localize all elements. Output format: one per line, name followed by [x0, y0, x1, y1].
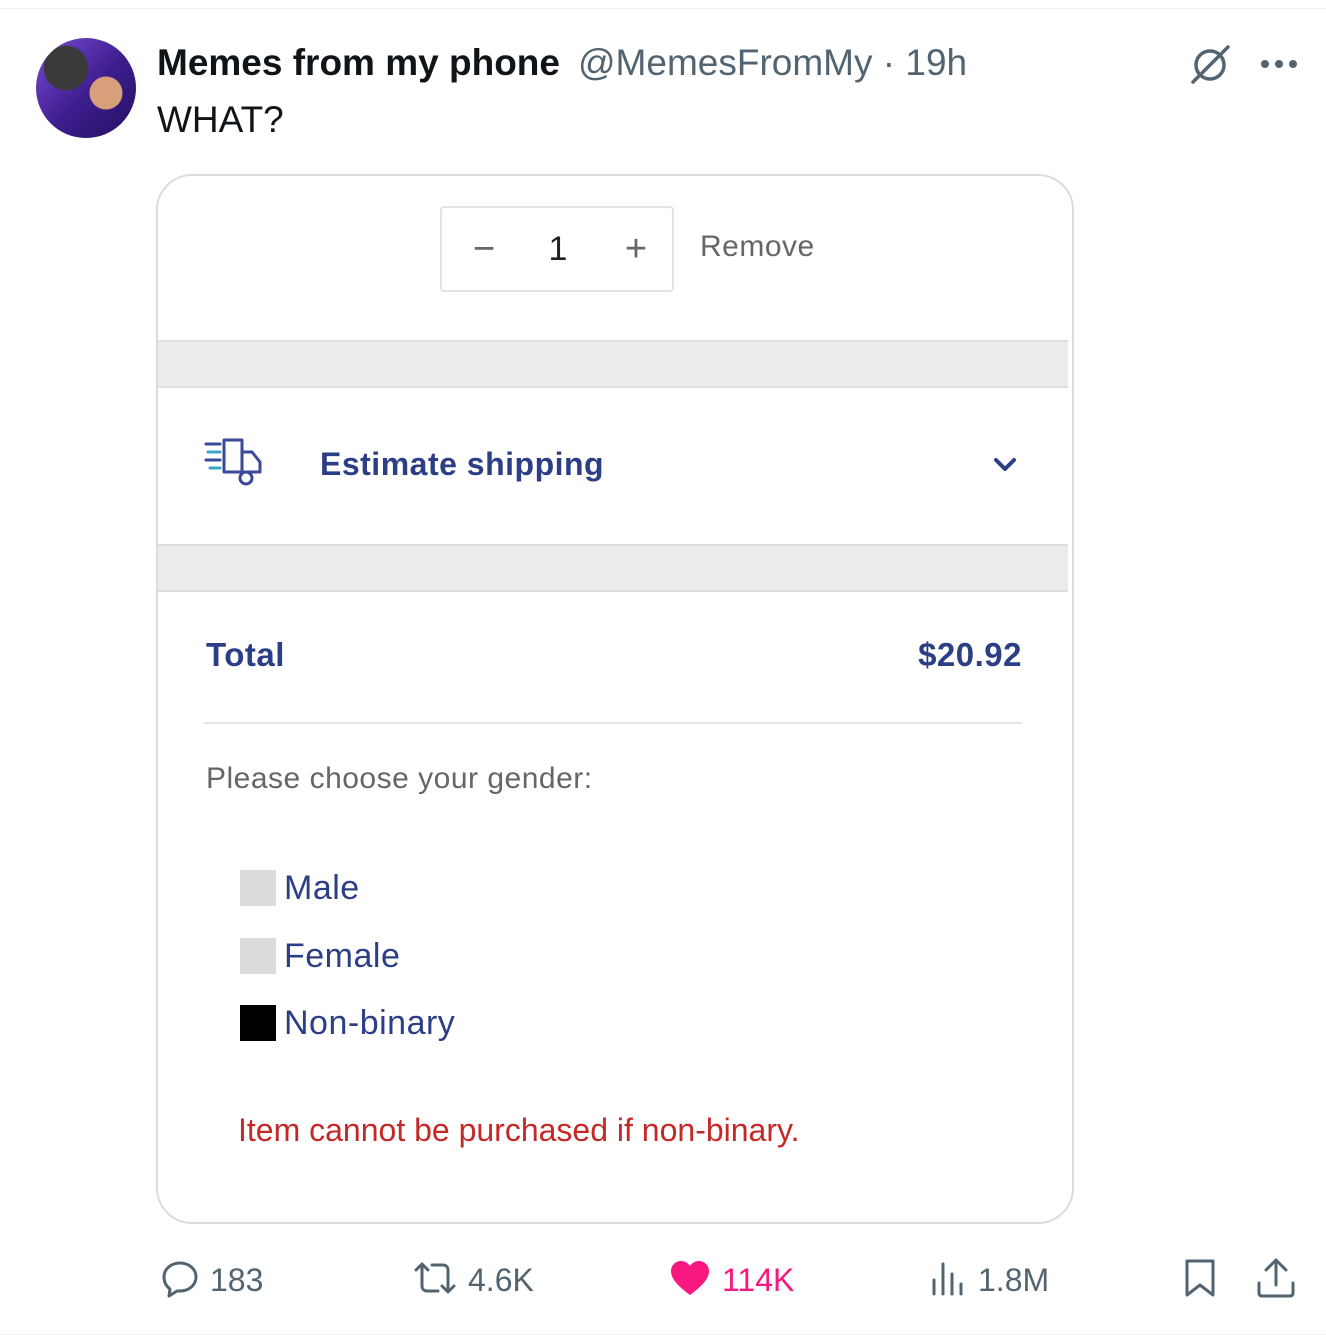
shipping-truck-icon	[204, 438, 264, 490]
estimate-shipping-label[interactable]: Estimate shipping	[320, 446, 604, 483]
share-icon	[1254, 1257, 1298, 1304]
checkbox-checked[interactable]	[240, 1005, 276, 1041]
more-icon[interactable]	[1256, 46, 1302, 82]
total-value: $20.92	[918, 636, 1022, 673]
increment-button[interactable]: +	[618, 226, 654, 272]
quantity-stepper[interactable]: − 1 +	[440, 206, 674, 292]
heart-icon	[668, 1258, 712, 1303]
retweet-count: 4.6K	[468, 1261, 534, 1298]
decrement-button[interactable]: −	[466, 226, 502, 272]
checkbox[interactable]	[240, 870, 276, 906]
gender-option-label[interactable]: Female	[284, 937, 400, 976]
checkbox[interactable]	[240, 938, 276, 974]
gender-option-male[interactable]: Male	[240, 868, 360, 908]
handle-and-time[interactable]: @MemesFromMy · 19h	[578, 42, 967, 84]
error-message: Item cannot be purchased if non-binary.	[238, 1112, 800, 1148]
top-divider	[0, 8, 1326, 9]
gender-option-female[interactable]: Female	[240, 936, 400, 976]
views-button[interactable]: 1.8M	[928, 1258, 1049, 1302]
tweet-text: WHAT?	[157, 99, 284, 140]
section-separator	[158, 544, 1068, 592]
gender-option-label[interactable]: Male	[284, 869, 360, 908]
section-separator	[158, 340, 1068, 388]
gender-prompt: Please choose your gender:	[206, 762, 593, 795]
display-name[interactable]: Memes from my phone	[157, 42, 560, 84]
grok-icon[interactable]	[1186, 40, 1234, 88]
retweet-icon	[412, 1258, 458, 1303]
reply-button[interactable]: 183	[160, 1258, 263, 1302]
reply-icon	[160, 1258, 200, 1303]
quantity-value[interactable]: 1	[538, 226, 578, 272]
divider	[204, 722, 1022, 724]
estimate-shipping-row[interactable]: Estimate shipping	[158, 388, 1068, 542]
bottom-divider	[0, 1334, 1326, 1335]
gender-option-non-binary[interactable]: Non-binary	[240, 1003, 455, 1043]
chevron-down-icon[interactable]	[992, 454, 1018, 476]
like-count: 114K	[722, 1261, 795, 1298]
gender-option-label[interactable]: Non-binary	[284, 1004, 455, 1043]
avatar[interactable]	[36, 38, 136, 138]
media-card[interactable]: − 1 + Remove Estimate shipping Total $20…	[156, 174, 1074, 1224]
bookmark-button[interactable]	[1182, 1258, 1218, 1302]
views-count: 1.8M	[978, 1261, 1050, 1298]
total-label: Total	[206, 636, 285, 673]
share-button[interactable]	[1254, 1258, 1298, 1302]
remove-button[interactable]: Remove	[700, 230, 815, 264]
like-button[interactable]: 114K	[668, 1258, 794, 1302]
views-chart-icon	[928, 1258, 968, 1303]
retweet-button[interactable]: 4.6K	[412, 1258, 534, 1302]
reply-count: 183	[210, 1261, 264, 1298]
bookmark-icon	[1182, 1257, 1218, 1304]
